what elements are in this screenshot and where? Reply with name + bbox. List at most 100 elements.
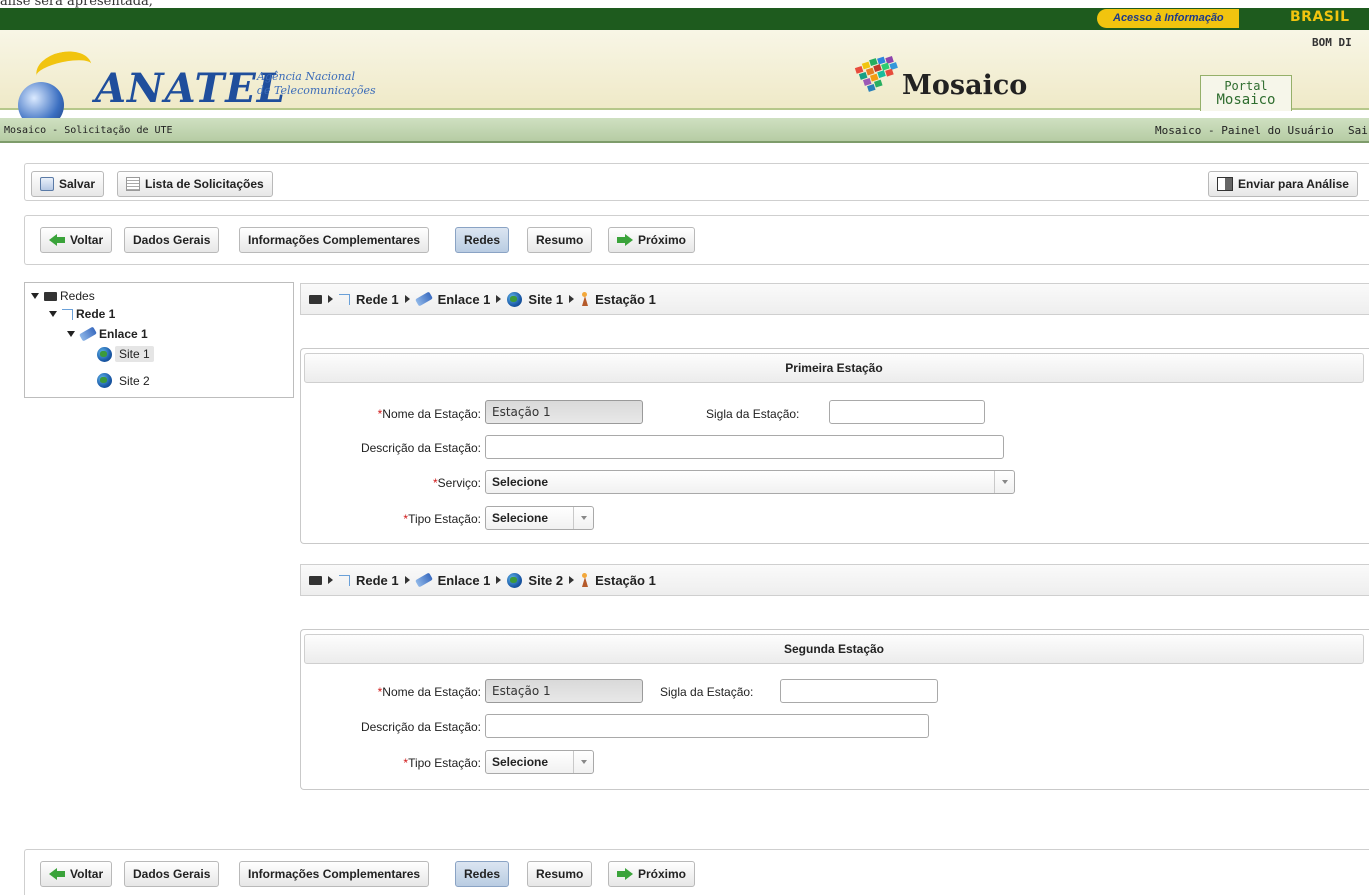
tree-node-site-1[interactable]: Site 1 <box>97 346 154 362</box>
tab-informacoes-complementares[interactable]: Informações Complementares <box>239 861 430 887</box>
antenna-icon <box>580 573 589 587</box>
acesso-informacao-link[interactable]: Acesso à Informação <box>1097 9 1239 28</box>
wizard-steps-top <box>24 215 1369 265</box>
next-button[interactable]: Próximo <box>608 861 696 887</box>
crumb-enlace: Enlace 1 <box>437 572 491 588</box>
wizard-steps-bottom <box>24 849 1369 895</box>
request-list-label: Lista de Solicitações <box>145 177 264 191</box>
station-type-select[interactable]: Selecione <box>485 750 594 774</box>
app-title: Mosaico <box>902 70 1028 101</box>
station-type-label: *Tipo Estação: <box>403 512 481 526</box>
crumb-station: Estação 1 <box>595 291 656 307</box>
back-button[interactable]: Voltar <box>40 227 113 253</box>
logout-link[interactable]: Sai <box>1348 124 1368 137</box>
network-icon <box>339 293 350 305</box>
logo-sub-line2: de Telecomunicações <box>257 84 376 97</box>
back-label: Voltar <box>70 867 104 881</box>
separator-icon <box>496 576 502 584</box>
next-label: Próximo <box>638 867 687 881</box>
service-select[interactable]: Selecione <box>485 470 1015 494</box>
tab-informacoes-complementares[interactable]: Informações Complementares <box>239 227 430 253</box>
greeting-text: BOM DI <box>1312 36 1352 49</box>
tab-label: Informações Complementares <box>248 867 421 881</box>
folder-icon <box>309 294 322 304</box>
brasil-link[interactable]: BRASIL <box>1290 9 1350 25</box>
station-name-field[interactable]: Estação 1 <box>485 400 643 424</box>
globe-icon <box>507 291 523 307</box>
tree-label: Site 2 <box>119 373 150 388</box>
next-button[interactable]: Próximo <box>608 227 696 253</box>
arrow-right-icon <box>617 234 633 246</box>
logo-sub-line1: Agência Nacional <box>257 70 355 83</box>
save-button[interactable]: Salvar <box>31 171 105 197</box>
chevron-down-icon <box>573 751 593 773</box>
expand-icon <box>31 293 39 299</box>
crumb-site: Site 1 <box>528 291 564 307</box>
station-sigla-field[interactable] <box>780 679 938 703</box>
portal-mosaico-tab[interactable]: Portal Mosaico <box>1200 75 1292 111</box>
service-label: *Serviço: <box>432 476 481 490</box>
station-sigla-label: Sigla da Estação: <box>660 685 754 699</box>
station-sigla-field[interactable] <box>829 400 985 424</box>
globe-icon <box>507 572 523 588</box>
tree-node-rede[interactable]: Rede 1 <box>49 307 115 321</box>
tab-label: Redes <box>464 233 501 247</box>
tree-label: Enlace 1 <box>99 327 148 341</box>
tree-node-enlace[interactable]: Enlace 1 <box>67 326 148 342</box>
link-icon <box>414 291 433 307</box>
expand-icon <box>49 311 57 317</box>
request-list-button[interactable]: Lista de Solicitações <box>117 171 273 197</box>
service-select-value: Selecione <box>492 475 549 489</box>
back-button[interactable]: Voltar <box>40 861 113 887</box>
tree-label: Site 1 <box>115 346 154 362</box>
tab-redes[interactable]: Redes <box>455 861 510 887</box>
tree-node-redes[interactable]: Redes <box>31 289 95 303</box>
separator-icon <box>328 295 333 303</box>
network-icon <box>62 308 73 320</box>
station-1-breadcrumb: Rede 1 Enlace 1 Site 1 Estação 1 <box>300 283 1369 315</box>
separator-icon <box>569 576 575 584</box>
first-station-title: Primeira Estação <box>304 353 1364 383</box>
painel-usuario-link[interactable]: Mosaico - Painel do Usuário <box>1155 124 1334 137</box>
tree-label: Redes <box>60 289 95 303</box>
link-icon <box>79 326 97 342</box>
tab-resumo[interactable]: Resumo <box>527 227 593 253</box>
tab-label: Informações Complementares <box>248 233 421 247</box>
tab-redes[interactable]: Redes <box>455 227 510 253</box>
station-description-label: Descrição da Estação: <box>360 720 481 734</box>
separator-icon <box>496 295 502 303</box>
station-type-select[interactable]: Selecione <box>485 506 594 530</box>
station-description-field[interactable] <box>485 435 1004 459</box>
folder-icon <box>309 575 322 585</box>
breadcrumb: Mosaico - Solicitação de UTE <box>4 125 173 136</box>
globe-icon <box>97 373 112 388</box>
second-station-panel: Segunda Estação *Nome da Estação: Estaçã… <box>300 629 1369 790</box>
chevron-down-icon <box>994 471 1014 493</box>
station-type-select-value: Selecione <box>492 755 549 769</box>
station-description-field[interactable] <box>485 714 929 738</box>
separator-icon <box>569 295 575 303</box>
separator-icon <box>404 576 410 584</box>
network-tree: Redes Rede 1 Enlace 1 Site 1 Site 2 <box>24 282 294 398</box>
tab-label: Dados Gerais <box>133 867 211 881</box>
list-icon <box>126 177 140 191</box>
station-name-field[interactable]: Estação 1 <box>485 679 643 703</box>
network-icon <box>339 574 350 586</box>
station-type-label: *Tipo Estação: <box>403 756 481 770</box>
tab-dados-gerais[interactable]: Dados Gerais <box>124 227 220 253</box>
tree-node-site-2[interactable]: Site 2 <box>97 373 150 388</box>
separator-icon <box>328 576 333 584</box>
first-station-panel: Primeira Estação *Nome da Estação: Estaç… <box>300 348 1369 544</box>
station-type-select-value: Selecione <box>492 511 549 525</box>
tree-label: Rede 1 <box>76 307 116 321</box>
anatel-logo-subtitle: Agência Nacional de Telecomunicações <box>257 70 376 98</box>
portal-tab-line2: Mosaico <box>1216 92 1276 108</box>
tab-dados-gerais[interactable]: Dados Gerais <box>124 861 220 887</box>
crumb-rede: Rede 1 <box>356 572 399 588</box>
send-for-analysis-button[interactable]: Enviar para Análise <box>1208 171 1358 197</box>
save-icon <box>40 177 54 191</box>
link-icon <box>414 572 433 588</box>
back-label: Voltar <box>70 233 104 247</box>
arrow-right-icon <box>617 868 633 880</box>
tab-resumo[interactable]: Resumo <box>527 861 593 887</box>
